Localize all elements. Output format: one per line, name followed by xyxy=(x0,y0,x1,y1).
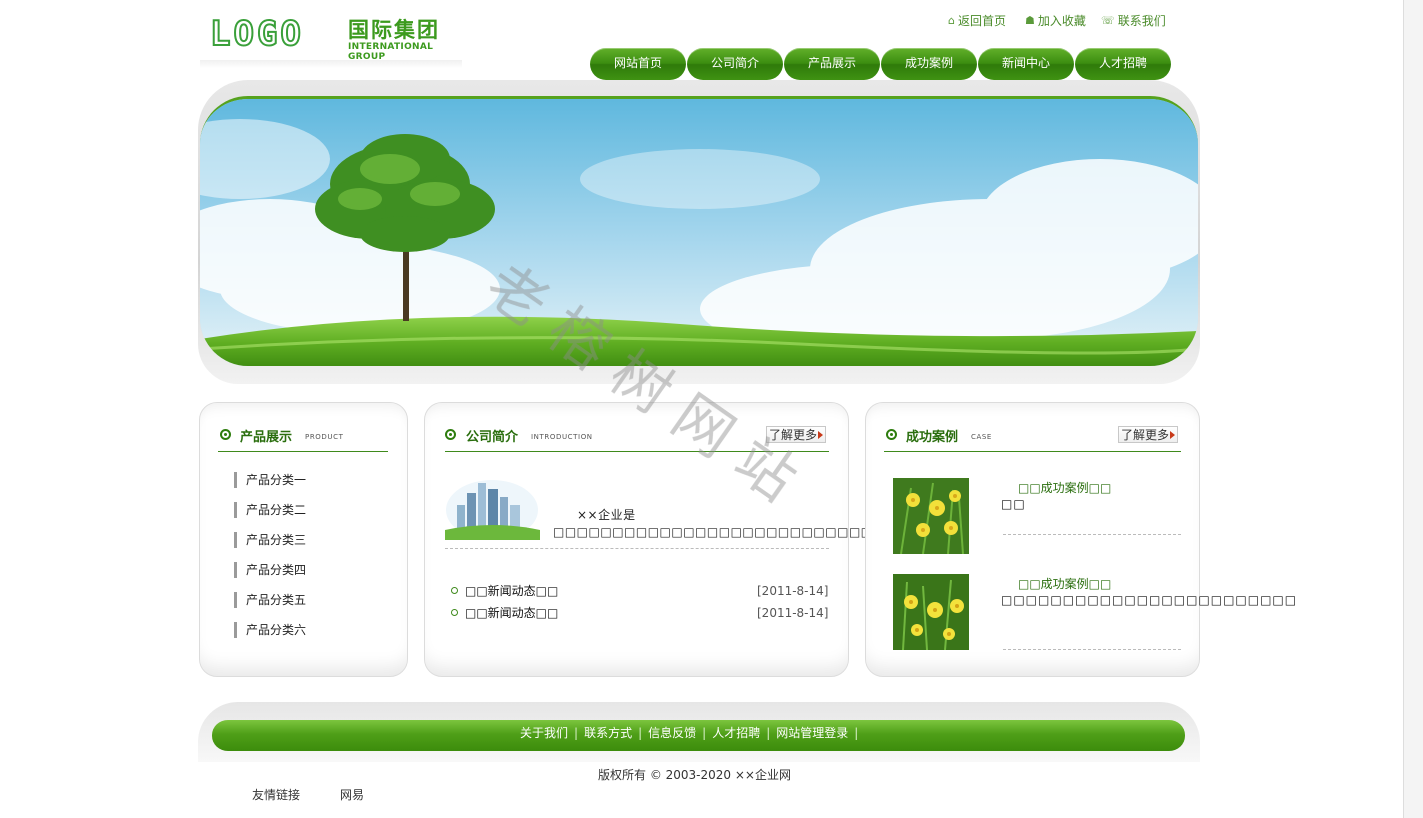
footer-link-contact[interactable]: 联系方式 xyxy=(584,726,632,740)
top-link-home[interactable]: ⌂ 返回首页 xyxy=(948,12,1006,29)
case-image-flowers[interactable] xyxy=(893,574,969,650)
news-item-title[interactable]: □□新闻动态□□ xyxy=(465,582,558,599)
nav-cases[interactable]: 成功案例 xyxy=(881,48,977,80)
top-link-label: 返回首页 xyxy=(957,14,1006,28)
product-category-6[interactable]: 产品分类六 xyxy=(234,622,306,638)
banner-image xyxy=(200,96,1198,366)
intro-title-en: INTRODUCTION xyxy=(531,433,593,441)
product-category-3[interactable]: 产品分类三 xyxy=(234,532,306,548)
cases-title-divider xyxy=(884,451,1181,452)
product-category-2[interactable]: 产品分类二 xyxy=(234,502,306,518)
arrow-right-icon xyxy=(818,431,823,439)
product-category-5[interactable]: 产品分类五 xyxy=(234,592,306,608)
news-bullet-icon xyxy=(451,587,458,594)
nav-home[interactable]: 网站首页 xyxy=(590,48,686,80)
case-image-flowers[interactable] xyxy=(893,478,969,554)
friend-links-label: 友情链接 xyxy=(252,788,301,802)
logo-subtitle: INTERNATIONAL GROUP xyxy=(348,42,434,62)
nav-jobs[interactable]: 人才招聘 xyxy=(1075,48,1171,80)
cases-title-en: CASE xyxy=(971,433,992,441)
case-title[interactable]: □□成功案例□□ xyxy=(1018,479,1111,496)
footer-link-admin[interactable]: 网站管理登录 xyxy=(776,726,848,740)
nav-about[interactable]: 公司简介 xyxy=(687,48,783,80)
top-link-favorite[interactable]: ☗ 加入收藏 xyxy=(1025,12,1086,29)
case-title[interactable]: □□成功案例□□ xyxy=(1018,575,1111,592)
footer-link-jobs[interactable]: 人才招聘 xyxy=(712,726,760,740)
nav-news[interactable]: 新闻中心 xyxy=(978,48,1074,80)
cases-more-button[interactable]: 了解更多 xyxy=(1118,426,1178,443)
footer-links: 关于我们 | 联系方式 | 信息反馈 | 人才招聘 | 网站管理登录 | xyxy=(520,720,864,748)
separator: | xyxy=(574,726,579,740)
news-item-date: [2011-8-14] xyxy=(757,606,829,620)
main-nav: 网站首页 公司简介 产品展示 成功案例 新闻中心 人才招聘 xyxy=(590,48,1174,80)
logo-chinese: 国际集团 xyxy=(348,18,440,42)
separator: | xyxy=(766,726,771,740)
news-item-date: [2011-8-14] xyxy=(757,584,829,598)
cases-panel: 成功案例 CASE 了解更多 □□成功案例□□ □□ □□成功案例□□ □□□□… xyxy=(865,402,1298,677)
home-icon: ⌂ xyxy=(948,14,955,27)
section-bullet-icon xyxy=(886,429,897,440)
case-description: □□ xyxy=(1001,497,1026,511)
products-panel: 产品展示 PRODUCT 产品分类一 产品分类二 产品分类三 产品分类四 产品分… xyxy=(199,402,408,677)
case-divider xyxy=(1003,649,1181,650)
cases-title: 成功案例 xyxy=(906,430,959,445)
case-description: □□□□□□□□□□□□□□□□□□□□□□□□ xyxy=(1001,593,1298,607)
news-item-title[interactable]: □□新闻动态□□ xyxy=(465,604,558,621)
intro-title: 公司简介 xyxy=(466,430,519,445)
footer-link-feedback[interactable]: 信息反馈 xyxy=(648,726,696,740)
section-bullet-icon xyxy=(220,429,231,440)
arrow-right-icon xyxy=(1170,431,1175,439)
logo[interactable]: LOGO 国际集团 INTERNATIONAL GROUP xyxy=(200,10,462,68)
products-title: 产品展示 xyxy=(240,430,293,445)
separator: | xyxy=(854,726,859,740)
cases-more-label: 了解更多 xyxy=(1121,428,1170,442)
top-link-label: 加入收藏 xyxy=(1037,14,1086,28)
top-link-contact[interactable]: ☏ 联系我们 xyxy=(1101,12,1166,29)
news-bullet-icon xyxy=(451,609,458,616)
friend-link[interactable]: 网易 xyxy=(340,786,364,803)
products-title-en: PRODUCT xyxy=(305,433,344,441)
company-building-image xyxy=(445,480,540,540)
favorite-icon: ☗ xyxy=(1025,14,1035,27)
section-bullet-icon xyxy=(445,429,456,440)
product-category-1[interactable]: 产品分类一 xyxy=(234,472,306,488)
products-title-divider xyxy=(218,451,388,452)
separator: | xyxy=(702,726,707,740)
copyright: 版权所有 © 2003-2020 ××企业网 xyxy=(598,768,791,782)
footer-link-about[interactable]: 关于我们 xyxy=(520,726,568,740)
nav-products[interactable]: 产品展示 xyxy=(784,48,880,80)
top-link-label: 联系我们 xyxy=(1117,14,1166,28)
contact-icon: ☏ xyxy=(1101,14,1115,27)
separator: | xyxy=(638,726,643,740)
case-divider xyxy=(1003,534,1181,535)
intro-divider xyxy=(445,548,829,549)
logo-shadow xyxy=(200,60,462,68)
scrollbar[interactable] xyxy=(1403,0,1423,818)
top-links: ⌂ 返回首页 ☗ 加入收藏 ☏ 联系我们 xyxy=(945,12,1175,30)
logo-english: LOGO xyxy=(209,13,304,55)
banner-landscape xyxy=(200,99,1198,366)
product-category-4[interactable]: 产品分类四 xyxy=(234,562,306,578)
